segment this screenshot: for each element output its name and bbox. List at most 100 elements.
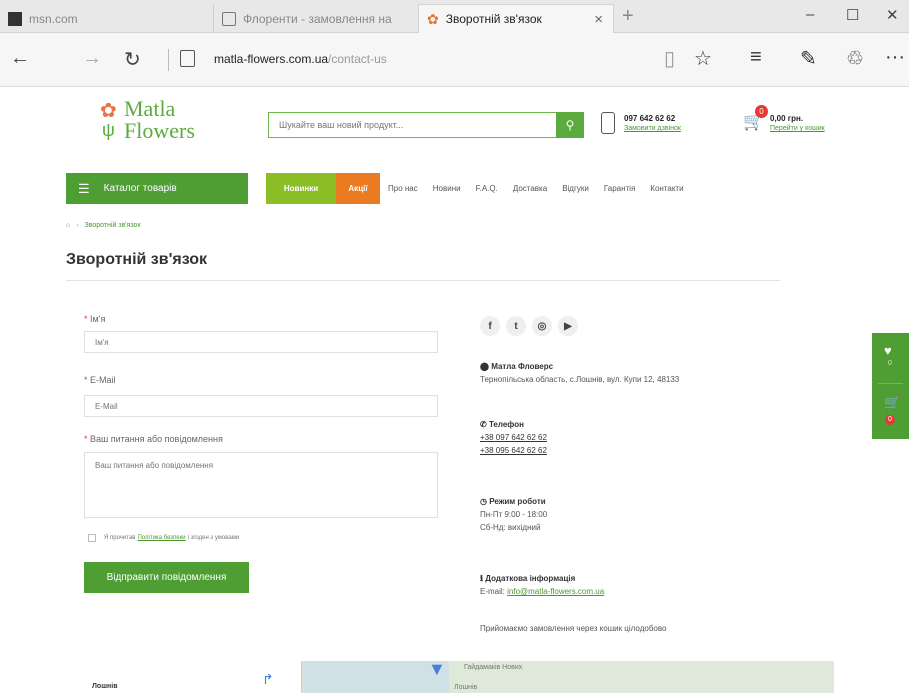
web-note-icon[interactable]: ✎ [800, 46, 817, 71]
twitter-icon[interactable]: t [506, 316, 526, 336]
tab-title: msn.com [29, 11, 78, 26]
page-info-icon[interactable] [180, 50, 195, 67]
hours-weekdays: Пн-Пт 9:00 - 18:00 [480, 510, 548, 519]
clock-icon: ◷ [480, 497, 487, 506]
menu-item-delivery[interactable]: Доставка [513, 184, 547, 193]
maximize-button[interactable]: ☐ [846, 6, 859, 24]
cart-count-badge: 0 [755, 105, 768, 118]
email-link[interactable]: info@matla-flowers.com.ua [507, 587, 604, 596]
catalog-label: Каталог товарів [103, 183, 177, 194]
cart-total[interactable]: 0,00 грн. [770, 114, 803, 123]
reading-view-icon[interactable]: ▯ [664, 46, 675, 71]
favorite-star-icon[interactable]: ☆ [694, 46, 712, 71]
menu-item-contacts[interactable]: Контакти [650, 184, 683, 193]
minimize-button[interactable]: – [806, 6, 814, 23]
header-phone[interactable]: 097 642 62 62 [624, 114, 675, 123]
instagram-icon[interactable]: ◎ [532, 316, 552, 336]
menu-hamburger-icon: ☰ [78, 180, 90, 196]
share-icon[interactable]: ♲ [846, 46, 864, 71]
site-logo[interactable]: ✿ ψ Matla Flowers [100, 96, 240, 148]
menu-new-items[interactable]: Новинки [266, 173, 336, 204]
page-title: Зворотній зв'язок [66, 251, 208, 268]
message-label-text: Ваш питання або повідомлення [90, 434, 223, 444]
agree-checkbox[interactable] [88, 534, 96, 542]
email-field[interactable] [84, 395, 438, 417]
back-button[interactable]: ← [10, 47, 30, 70]
forward-button[interactable]: → [82, 47, 102, 70]
tab-title: Зворотній зв'язок [445, 12, 542, 26]
youtube-icon[interactable]: ▶ [558, 316, 578, 336]
privacy-agreement: Я прочитав Політика безпеки і згоден з у… [88, 534, 239, 542]
tab-florenti[interactable]: Флоренти - замовлення на [213, 4, 413, 33]
menu-item-faq[interactable]: F.A.Q. [476, 184, 498, 193]
menu-item-news[interactable]: Новини [433, 184, 461, 193]
hub-icon[interactable]: ≡ [750, 46, 762, 69]
map-info-card: Лошнів ↱ [84, 661, 301, 693]
email-label-text: E-Mail [90, 375, 116, 385]
menu-item-about[interactable]: Про нас [388, 184, 418, 193]
title-divider [66, 280, 780, 281]
agree-text-before: Я прочитав [104, 535, 136, 541]
phone-link-2[interactable]: +38 095 642 62 62 [480, 446, 547, 455]
search-input[interactable] [269, 113, 553, 137]
phone-icon [601, 112, 615, 134]
contact-email: E-mail: info@matla-flowers.com.ua [480, 587, 604, 596]
breadcrumb-current[interactable]: Зворотній зв'язок [84, 222, 140, 229]
close-window-button[interactable]: ✕ [886, 6, 899, 24]
home-icon[interactable]: ⌂ [66, 222, 70, 229]
more-icon[interactable]: ··· [885, 46, 905, 69]
phone-handset-icon: ✆ [480, 420, 487, 429]
page-favicon-icon [222, 11, 236, 26]
message-label: * Ваш питання або повідомлення [84, 434, 223, 444]
extra-info-title-text: Додаткова інформація [485, 574, 576, 583]
hours-weekend: Сб-Нд: вихідний [480, 523, 541, 532]
directions-icon[interactable]: ↱ [262, 671, 274, 688]
menu-item-reviews[interactable]: Відгуки [562, 184, 589, 193]
menu-sales[interactable]: Акції [336, 173, 380, 204]
store-title: ⬤ Матла Фловерс [480, 362, 553, 371]
extra-info-title: ℹ Додаткова інформація [480, 574, 575, 583]
map-marker-icon: ⬤ [480, 362, 489, 371]
close-tab-icon[interactable]: × [594, 11, 603, 28]
map-label: Лошнів [454, 684, 478, 691]
phone-title-text: Телефон [488, 420, 524, 429]
store-title-text: Матла Фловерс [491, 362, 554, 371]
store-address: Тернопільська область, с.Лошнів, вул. Ку… [480, 375, 680, 384]
hours-title: ◷ Режим роботи [480, 497, 546, 506]
url-path: /contact-us [328, 52, 387, 66]
catalog-button[interactable]: ☰ Каталог товарів [66, 173, 248, 204]
privacy-policy-link[interactable]: Політика безпеки [137, 535, 185, 541]
cart-link[interactable]: Перейти у кошик [770, 125, 825, 132]
tab-msn[interactable]: msn.com [0, 4, 200, 33]
tab-contact-active[interactable]: ✿ Зворотній зв'язок × [418, 4, 614, 33]
url-field[interactable]: matla-flowers.com.ua/contact-us [214, 52, 387, 66]
wishlist-count: 0 [888, 360, 892, 367]
side-divider [878, 383, 903, 384]
location-map[interactable]: Лошнів ↱ ▼ Гайдамаків Нових Лошнів [84, 661, 834, 693]
facebook-icon[interactable]: f [480, 316, 500, 336]
required-mark: * [84, 434, 88, 444]
required-mark: * [84, 314, 88, 324]
side-cart-icon[interactable]: 🛒 [884, 395, 900, 411]
msn-favicon-icon [8, 11, 22, 26]
agree-text-after: і згоден з умовами [187, 535, 240, 541]
name-field[interactable] [84, 331, 438, 353]
new-tab-button[interactable]: + [622, 5, 634, 28]
browser-tab-bar: msn.com Флоренти - замовлення на ✿ Зворо… [0, 0, 909, 33]
phone-link-1[interactable]: +38 097 642 62 62 [480, 433, 547, 442]
search-button[interactable]: ⚲ [556, 112, 584, 138]
message-field[interactable] [84, 452, 438, 518]
address-bar-area: ← → ↻ matla-flowers.com.ua/contact-us ▯ … [0, 33, 909, 87]
callback-link[interactable]: Замовити дзвінок [624, 125, 681, 132]
refresh-button[interactable]: ↻ [124, 47, 141, 72]
order-note: Прийомаємо замовлення через кошик цілодо… [480, 624, 667, 633]
wishlist-heart-icon[interactable]: ♥ [884, 343, 892, 358]
phone-title: ✆ Телефон [480, 420, 524, 429]
send-message-button[interactable]: Відправити повідомлення [84, 562, 249, 593]
name-label: * Ім'я [84, 314, 105, 324]
hours-title-text: Режим роботи [489, 497, 546, 506]
menu-item-warranty[interactable]: Гарантія [604, 184, 635, 193]
map-pin-icon[interactable]: ▼ [428, 661, 446, 680]
required-mark: * [84, 375, 88, 385]
map-card-title: Лошнів [92, 683, 118, 690]
